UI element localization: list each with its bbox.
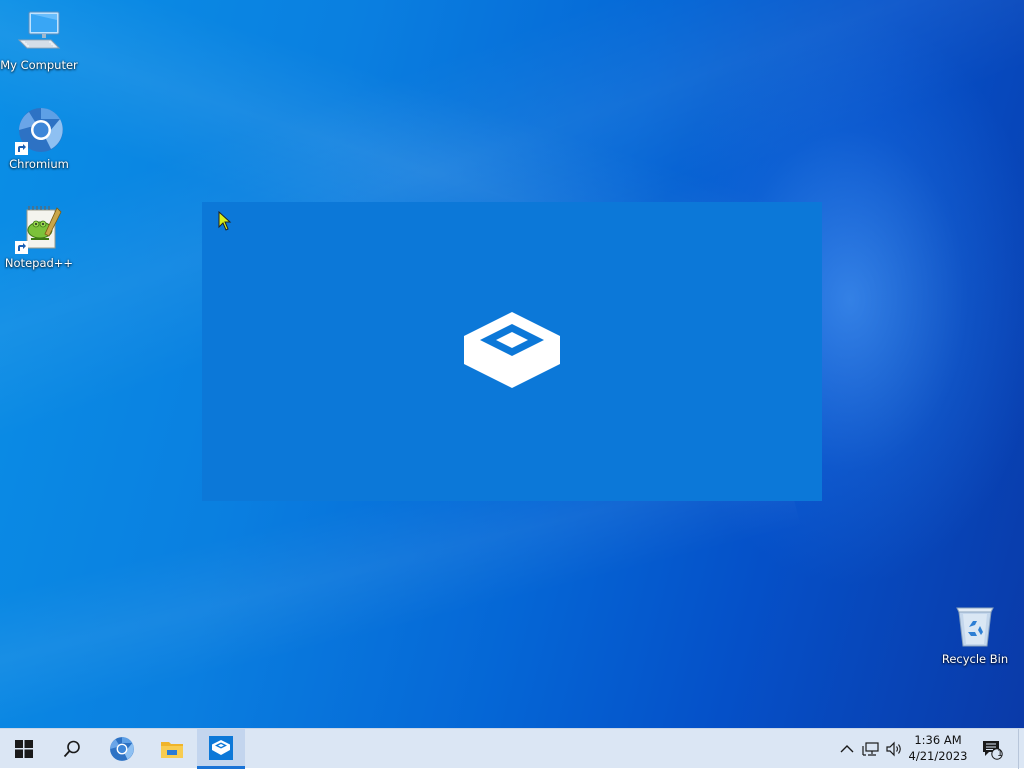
clock-time: 1:36 AM xyxy=(914,733,962,747)
sandbox-box-icon xyxy=(464,312,560,388)
network-button[interactable] xyxy=(861,739,881,759)
taskbar-clock[interactable]: 1:36 AM 4/21/2023 xyxy=(904,732,972,764)
clock-date: 4/21/2023 xyxy=(908,749,968,763)
computer-icon xyxy=(15,8,63,56)
desktop-icon-notepadpp[interactable]: Notepad++ xyxy=(0,206,78,270)
chromium-icon xyxy=(15,107,63,155)
notepadpp-icon xyxy=(15,206,63,254)
desktop-icon-my-computer[interactable]: My Computer xyxy=(0,8,78,72)
taskbar: 1:36 AM 4/21/2023 1 xyxy=(0,728,1024,769)
desktop-icon-label: Recycle Bin xyxy=(941,652,1009,666)
search-button[interactable] xyxy=(48,729,96,769)
sandbox-box-icon xyxy=(209,735,233,760)
recycle-bin-icon xyxy=(951,602,999,650)
desktop-icon-label: My Computer xyxy=(0,58,78,72)
desktop-icon-chromium[interactable]: Chromium xyxy=(0,107,78,171)
chromium-taskbar[interactable] xyxy=(98,729,146,769)
chromium-icon xyxy=(110,737,134,761)
shortcut-arrow-icon xyxy=(15,142,28,155)
desktop: My Computer Chromium Notepad++ Recycle B… xyxy=(0,0,1024,728)
desktop-icon-label: Chromium xyxy=(9,157,69,171)
desktop-icon-label: Notepad++ xyxy=(4,256,74,270)
show-hidden-icons-button[interactable] xyxy=(837,739,857,759)
volume-icon xyxy=(886,741,901,757)
volume-button[interactable] xyxy=(884,739,904,759)
sandbox-splash-window xyxy=(202,202,822,501)
file-explorer-taskbar[interactable] xyxy=(148,729,196,769)
mouse-cursor-icon xyxy=(218,211,232,231)
action-center-button[interactable]: 1 xyxy=(978,729,1006,769)
folder-icon xyxy=(161,742,183,758)
notification-count-badge: 1 xyxy=(997,749,1003,759)
show-desktop-button[interactable] xyxy=(1018,729,1024,769)
desktop-icon-recycle-bin[interactable]: Recycle Bin xyxy=(936,602,1014,666)
sandbox-taskbar[interactable] xyxy=(197,729,245,769)
chevron-up-icon xyxy=(840,745,854,753)
search-icon xyxy=(63,740,80,758)
start-button[interactable] xyxy=(0,729,48,769)
shortcut-arrow-icon xyxy=(15,241,28,254)
windows-logo-icon xyxy=(15,740,33,758)
network-icon xyxy=(862,742,879,756)
